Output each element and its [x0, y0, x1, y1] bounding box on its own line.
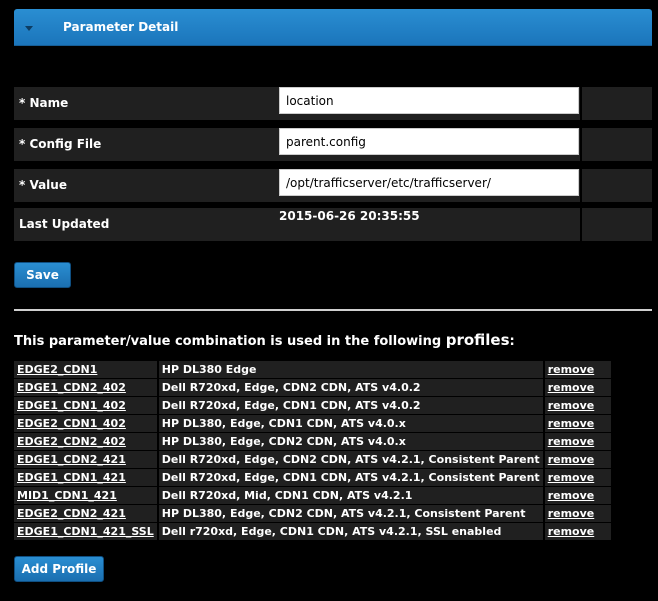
profile-name-cell: EDGE2_CDN2_421 — [14, 505, 159, 522]
remove-cell: remove — [544, 433, 613, 450]
panel-title: Parameter Detail — [63, 20, 179, 34]
profile-description: Dell R720xd, Edge, CDN1 CDN, ATS v4.2.1,… — [158, 469, 545, 486]
remove-link[interactable]: remove — [548, 399, 595, 412]
save-button[interactable]: Save — [14, 262, 71, 288]
remove-cell: remove — [544, 379, 613, 396]
remove-link[interactable]: remove — [548, 453, 595, 466]
profile-link[interactable]: EDGE1_CDN2_421 — [17, 453, 126, 466]
remove-link[interactable]: remove — [548, 435, 595, 448]
table-row: EDGE1_CDN1_402 Dell R720xd, Edge, CDN1 C… — [14, 397, 613, 414]
value-row: * Value — [14, 169, 652, 202]
profile-description: Dell R720xd, Mid, CDN1 CDN, ATS v4.2.1 — [158, 487, 545, 504]
row-divider — [580, 128, 582, 161]
profile-description: HP DL380, Edge, CDN1 CDN, ATS v4.0.x — [158, 415, 545, 432]
remove-link[interactable]: remove — [548, 507, 595, 520]
row-divider — [580, 208, 582, 241]
profile-link[interactable]: EDGE2_CDN1 — [17, 363, 97, 376]
profile-name-cell: MID1_CDN1_421 — [14, 487, 159, 504]
name-row: * Name — [14, 87, 652, 120]
remove-cell: remove — [544, 415, 613, 432]
remove-cell: remove — [544, 469, 613, 486]
remove-link[interactable]: remove — [548, 381, 595, 394]
profile-link[interactable]: MID1_CDN1_421 — [17, 489, 117, 502]
profile-name-cell: EDGE1_CDN1_421_SSL — [14, 523, 159, 540]
table-row: MID1_CDN1_421 Dell R720xd, Mid, CDN1 CDN… — [14, 487, 613, 504]
profiles-table: EDGE2_CDN1 HP DL380 Edge remove EDGE1_CD… — [14, 360, 613, 541]
profile-name-cell: EDGE2_CDN1 — [14, 361, 159, 378]
profiles-intro-prefix: This parameter/value combination is used… — [14, 334, 446, 349]
add-profile-button[interactable]: Add Profile — [14, 556, 104, 582]
profile-link[interactable]: EDGE1_CDN1_402 — [17, 399, 126, 412]
profile-name-cell: EDGE2_CDN1_402 — [14, 415, 159, 432]
profile-name-cell: EDGE1_CDN1_402 — [14, 397, 159, 414]
config-file-input[interactable] — [279, 128, 579, 155]
config-file-label: * Config File — [19, 137, 102, 151]
value-label: * Value — [19, 178, 67, 192]
table-row: EDGE2_CDN1_402 HP DL380, Edge, CDN1 CDN,… — [14, 415, 613, 432]
table-row: EDGE2_CDN2_421 HP DL380, Edge, CDN2 CDN,… — [14, 505, 613, 522]
profile-description: HP DL380 Edge — [158, 361, 545, 378]
last-updated-row: Last Updated 2015-06-26 20:35:55 — [14, 208, 652, 241]
profile-name-cell: EDGE1_CDN1_421 — [14, 469, 159, 486]
remove-link[interactable]: remove — [548, 525, 595, 538]
profiles-intro-emphasis: profiles — [445, 331, 510, 349]
remove-link[interactable]: remove — [548, 489, 595, 502]
profile-link[interactable]: EDGE1_CDN1_421_SSL — [17, 525, 154, 538]
table-row: EDGE1_CDN2_421 Dell R720xd, Edge, CDN2 C… — [14, 451, 613, 468]
name-input[interactable] — [279, 87, 579, 114]
table-row: EDGE1_CDN1_421_SSL Dell r720xd, Edge, CD… — [14, 523, 613, 540]
remove-link[interactable]: remove — [548, 363, 595, 376]
profile-link[interactable]: EDGE2_CDN2_421 — [17, 507, 126, 520]
profile-link[interactable]: EDGE1_CDN2_402 — [17, 381, 126, 394]
profile-description: Dell r720xd, Edge, CDN1 CDN, ATS v4.2.1,… — [158, 523, 545, 540]
profiles-intro: This parameter/value combination is used… — [14, 331, 515, 349]
table-row: EDGE2_CDN2_402 HP DL380, Edge, CDN2 CDN,… — [14, 433, 613, 450]
remove-cell: remove — [544, 397, 613, 414]
remove-link[interactable]: remove — [548, 471, 595, 484]
remove-cell: remove — [544, 487, 613, 504]
profile-description: Dell R720xd, Edge, CDN2 CDN, ATS v4.2.1,… — [158, 451, 545, 468]
row-divider — [580, 169, 582, 202]
config-file-row: * Config File — [14, 128, 652, 161]
last-updated-value: 2015-06-26 20:35:55 — [279, 209, 420, 223]
profile-name-cell: EDGE1_CDN2_421 — [14, 451, 159, 468]
profile-description: HP DL380, Edge, CDN2 CDN, ATS v4.2.1, Co… — [158, 505, 545, 522]
profile-description: Dell R720xd, Edge, CDN2 CDN, ATS v4.0.2 — [158, 379, 545, 396]
profile-description: Dell R720xd, Edge, CDN1 CDN, ATS v4.0.2 — [158, 397, 545, 414]
profile-name-cell: EDGE2_CDN2_402 — [14, 433, 159, 450]
profile-link[interactable]: EDGE2_CDN2_402 — [17, 435, 126, 448]
collapse-triangle-icon[interactable] — [25, 26, 33, 31]
table-row: EDGE1_CDN2_402 Dell R720xd, Edge, CDN2 C… — [14, 379, 613, 396]
row-divider — [580, 87, 582, 120]
profile-link[interactable]: EDGE1_CDN1_421 — [17, 471, 126, 484]
last-updated-label: Last Updated — [19, 217, 110, 231]
remove-link[interactable]: remove — [548, 417, 595, 430]
profile-description: HP DL380, Edge, CDN2 CDN, ATS v4.0.x — [158, 433, 545, 450]
table-row: EDGE2_CDN1 HP DL380 Edge remove — [14, 361, 613, 378]
section-divider — [14, 309, 652, 311]
remove-cell: remove — [544, 361, 613, 378]
profile-link[interactable]: EDGE2_CDN1_402 — [17, 417, 126, 430]
remove-cell: remove — [544, 451, 613, 468]
remove-cell: remove — [544, 505, 613, 522]
panel-header[interactable]: Parameter Detail — [14, 9, 652, 46]
name-label: * Name — [19, 96, 69, 110]
table-row: EDGE1_CDN1_421 Dell R720xd, Edge, CDN1 C… — [14, 469, 613, 486]
profile-name-cell: EDGE1_CDN2_402 — [14, 379, 159, 396]
value-input[interactable] — [279, 169, 579, 196]
profiles-intro-suffix: : — [509, 334, 515, 349]
remove-cell: remove — [544, 523, 613, 540]
